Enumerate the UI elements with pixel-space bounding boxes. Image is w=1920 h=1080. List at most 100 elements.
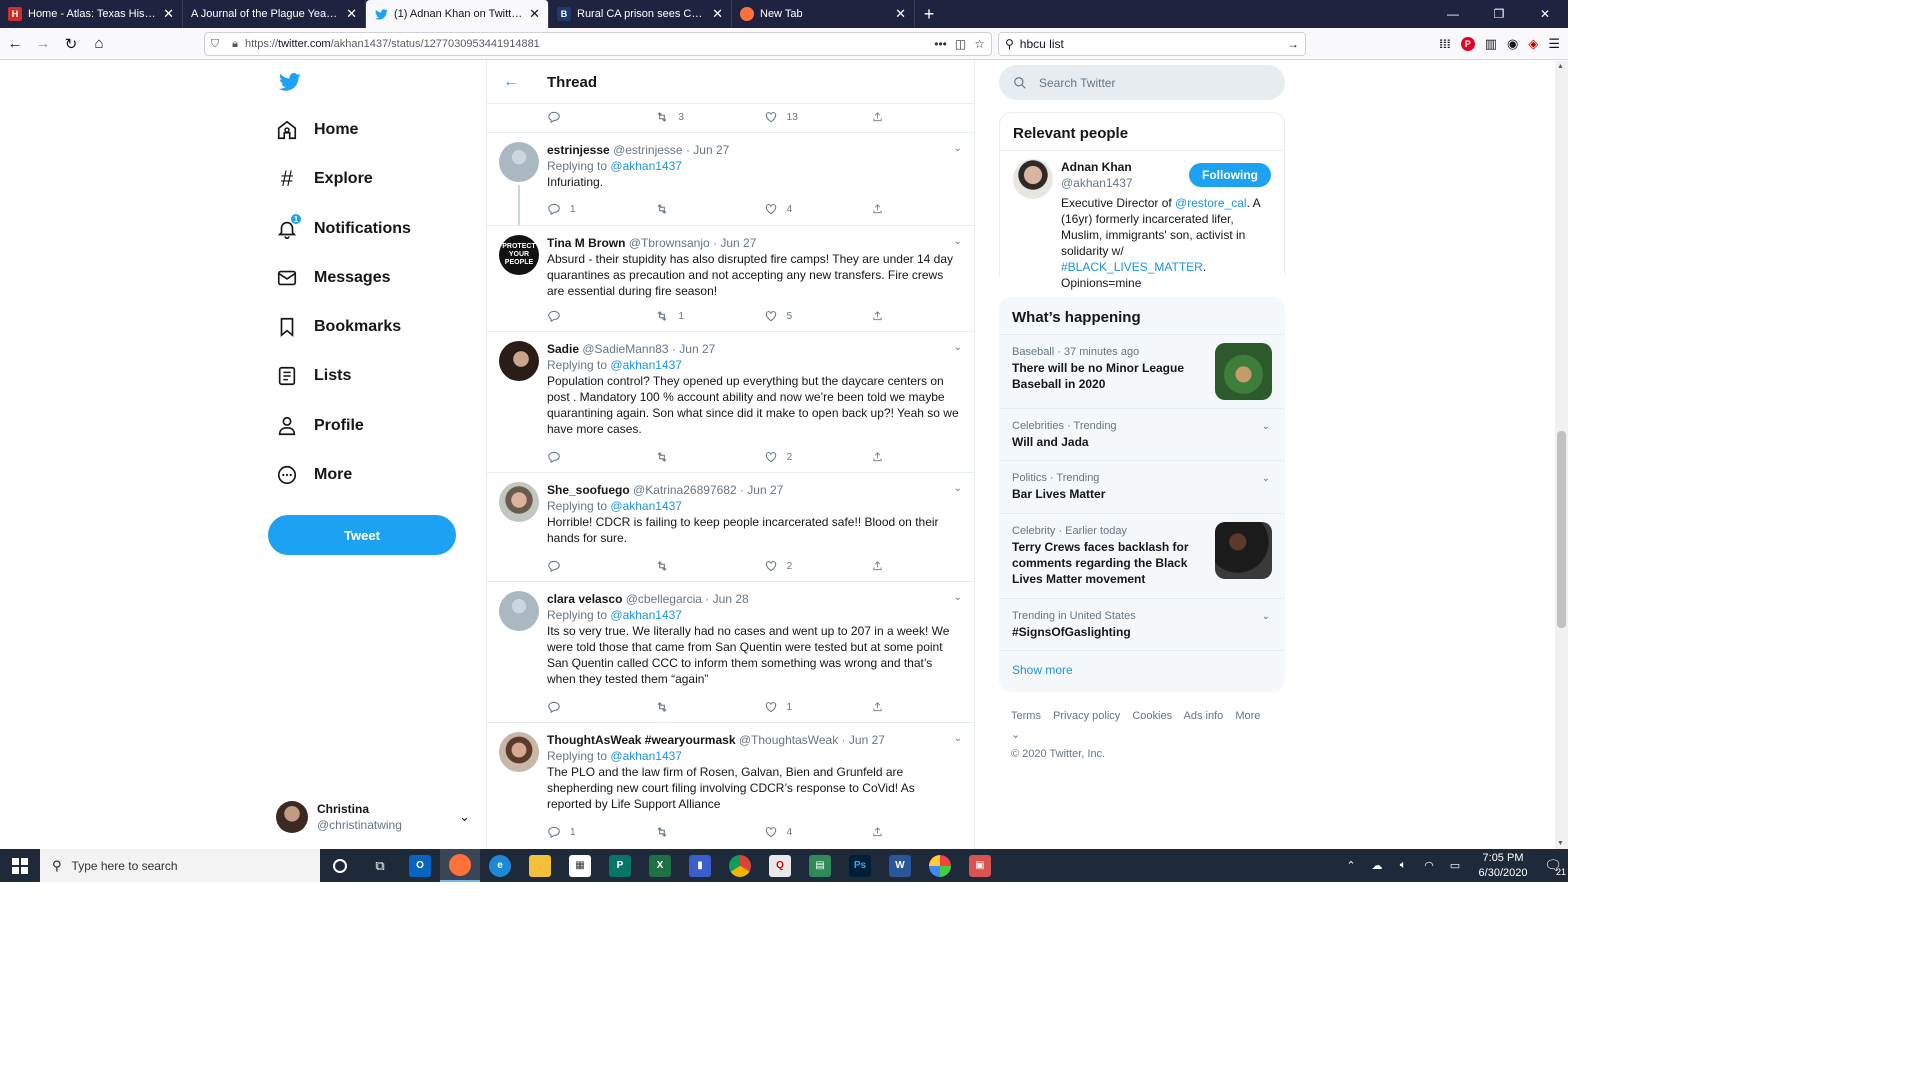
footer-link-terms[interactable]: Terms — [1011, 710, 1041, 722]
close-tab-icon[interactable]: ✕ — [712, 6, 723, 22]
photoshop-icon[interactable]: Ps — [840, 849, 880, 882]
page-actions-icon[interactable]: ••• — [934, 37, 947, 51]
nav-item-lists[interactable]: Lists — [268, 356, 351, 396]
reply-mention[interactable]: @akhan1437 — [610, 749, 682, 763]
outlook-icon[interactable]: O — [400, 849, 440, 882]
close-tab-icon[interactable]: ✕ — [346, 6, 357, 22]
reply-action[interactable] — [547, 700, 655, 714]
tweet[interactable]: ⌄ estrinjesse @estrinjesse · Jun 27 Repl… — [487, 133, 974, 226]
reply-mention[interactable]: @akhan1437 — [610, 358, 682, 372]
tweet-button[interactable]: Tweet — [268, 515, 456, 555]
tweet-date[interactable]: Jun 28 — [713, 592, 749, 606]
retweet-action[interactable] — [655, 202, 763, 216]
url-text[interactable]: https://twitter.com/akhan1437/status/127… — [245, 38, 934, 50]
like-action[interactable]: 1 — [764, 700, 872, 714]
pocket-icon[interactable]: ◫ — [955, 37, 966, 51]
like-action[interactable]: 4 — [764, 202, 872, 216]
bio-mention-link[interactable]: @restore_cal — [1175, 196, 1247, 210]
reload-icon[interactable]: ↻ — [58, 31, 84, 57]
tweet-author-name[interactable]: ThoughtAsWeak #wearyourmask — [547, 733, 736, 747]
reply-action[interactable]: 1 — [547, 202, 655, 216]
trend-item[interactable]: Celebrities · Trending Will and Jada ⌄ — [999, 409, 1285, 461]
tab-rural-ca[interactable]: B Rural CA prison sees COVID ✕ — [549, 0, 732, 28]
publisher-icon[interactable]: P — [600, 849, 640, 882]
task-view-icon[interactable]: ⧉ — [360, 849, 400, 882]
like-action[interactable]: 13 — [764, 110, 872, 124]
app-wheel-icon[interactable] — [920, 849, 960, 882]
page-scrollbar[interactable]: ▲ ▼ — [1555, 61, 1568, 849]
nav-item-explore[interactable]: # Explore — [268, 159, 373, 199]
retweet-action[interactable]: 1 — [655, 309, 763, 323]
tweet-date[interactable]: Jun 27 — [720, 236, 756, 250]
pinterest-icon[interactable]: P — [1460, 37, 1475, 51]
app-q-icon[interactable]: Q — [760, 849, 800, 882]
firefox-taskbar-icon[interactable] — [440, 849, 480, 882]
reply-action[interactable] — [547, 559, 655, 573]
photos-icon[interactable]: ▤ — [800, 849, 840, 882]
avatar[interactable] — [499, 732, 539, 772]
tweet[interactable]: PROTECT YOUR PEOPLE ⌄ Tina M Brown @Tbrown… — [487, 226, 974, 332]
nav-item-more[interactable]: More — [268, 455, 352, 495]
lock-icon[interactable]: 🔒︎ — [225, 38, 245, 51]
like-action[interactable]: 2 — [764, 450, 872, 464]
tab-journal[interactable]: A Journal of the Plague Year - Covid ✕ — [183, 0, 366, 28]
account-icon[interactable]: ◉ — [1507, 36, 1518, 52]
wifi-icon[interactable]: ◠ — [1416, 859, 1442, 872]
like-action[interactable]: 2 — [764, 559, 872, 573]
scrollbar-thumb[interactable] — [1557, 431, 1566, 628]
reply-mention[interactable]: @akhan1437 — [610, 608, 682, 622]
windows-start-icon[interactable] — [0, 849, 40, 882]
tweet-date[interactable]: Jun 27 — [679, 342, 715, 356]
tweet-handle[interactable]: @estrinjesse — [613, 143, 683, 157]
retweet-action[interactable] — [655, 559, 763, 573]
reply-action[interactable] — [547, 309, 655, 323]
tweet-date[interactable]: Jun 27 — [849, 733, 885, 747]
tweet-author-name[interactable]: She_soofuego — [547, 483, 630, 497]
show-more-link[interactable]: Show more — [999, 651, 1285, 689]
person-card[interactable]: Adnan Khan @akhan1437 Following Executiv… — [1000, 151, 1284, 301]
close-tab-icon[interactable]: ✕ — [163, 6, 174, 22]
keyboard-icon[interactable]: ▭ — [1442, 859, 1468, 872]
volume-icon[interactable]: 🔈︎ — [1390, 859, 1416, 872]
footer-link-ads-info[interactable]: Ads info — [1184, 710, 1224, 722]
nav-item-notifications[interactable]: 1 Notifications — [268, 209, 411, 249]
like-action[interactable]: 5 — [764, 309, 872, 323]
chevron-down-icon[interactable]: ⌄ — [1262, 609, 1270, 625]
go-arrow-icon[interactable]: → — [1287, 37, 1299, 51]
share-action[interactable] — [872, 700, 892, 714]
chevron-down-icon[interactable]: ⌄ — [1262, 471, 1270, 487]
restore-icon[interactable]: ❐ — [1476, 0, 1522, 28]
chrome-icon[interactable] — [720, 849, 760, 882]
address-bar[interactable]: ⛉ 🔒︎ https://twitter.com/akhan1437/statu… — [204, 32, 992, 56]
tweet[interactable]: ⌄ ThoughtAsWeak #wearyourmask @Thoughtas… — [487, 723, 974, 849]
like-action[interactable]: 4 — [764, 825, 872, 839]
tweet[interactable]: ⌄ clara velasco @cbellegarcia · Jun 28 R… — [487, 582, 974, 723]
forward-icon[interactable]: → — [30, 31, 56, 57]
tweet-handle[interactable]: @ThoughtasWeak — [739, 733, 838, 747]
trend-item[interactable]: Trending in United States #SignsOfGaslig… — [999, 599, 1285, 651]
footer-link-cookies[interactable]: Cookies — [1132, 710, 1172, 722]
new-tab-icon[interactable]: + — [915, 0, 943, 28]
sidebar-toggle-icon[interactable]: ▥ — [1485, 36, 1497, 52]
reply-mention[interactable]: @akhan1437 — [610, 159, 682, 173]
reply-action[interactable] — [547, 110, 655, 124]
tab-twitter[interactable]: (1) Adnan Khan on Twitter: "I'm ✕ — [366, 0, 549, 28]
avatar[interactable] — [499, 142, 539, 182]
share-action[interactable] — [872, 202, 892, 216]
share-action[interactable] — [872, 559, 892, 573]
clock[interactable]: 7:05 PM 6/30/2020 — [1468, 851, 1538, 881]
tweet-date[interactable]: Jun 27 — [747, 483, 783, 497]
taskbar-search-input[interactable]: ⚲ Type here to search — [40, 849, 320, 882]
word-icon[interactable]: W — [880, 849, 920, 882]
tab-new-tab[interactable]: New Tab ✕ — [732, 0, 915, 28]
avatar[interactable] — [499, 341, 539, 381]
share-action[interactable] — [872, 825, 892, 839]
footer-link-privacy[interactable]: Privacy policy — [1053, 710, 1120, 722]
back-icon[interactable]: ← — [2, 31, 28, 57]
chevron-down-icon[interactable]: ⌄ — [1262, 419, 1270, 435]
shield-icon[interactable]: ⛉ — [205, 38, 225, 51]
bookmark-star-icon[interactable]: ☆ — [974, 37, 985, 51]
nav-item-home[interactable]: Home — [268, 110, 358, 150]
twitter-logo-icon[interactable] — [278, 71, 302, 93]
close-tab-icon[interactable]: ✕ — [895, 6, 906, 22]
